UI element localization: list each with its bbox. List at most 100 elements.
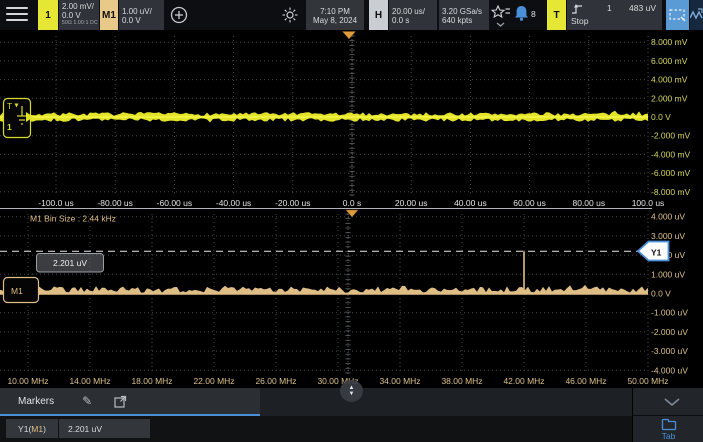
marker-readout-row: Y1(M1) 2.201 uV <box>0 416 703 442</box>
bottom-y-tick-label: 4.000 uV <box>651 212 685 222</box>
notifications-button[interactable]: 8 <box>514 4 540 26</box>
panel-collapse-button[interactable]: ▲ ▼ <box>340 380 363 402</box>
dashed-selection-rect-icon <box>666 0 689 30</box>
bottom-x-tick-label: 18.00 MHz <box>131 376 172 386</box>
bottom-y-tick-label: -3.000 uV <box>651 346 688 356</box>
channel-1-coupling: 50Ω 1.00:1 DC <box>59 20 99 27</box>
tab-window-icon <box>661 418 677 431</box>
tab-button[interactable]: Tab <box>633 415 703 442</box>
top-x-tick-label: 80.00 us <box>572 198 605 208</box>
horizontal-position: 0.0 s <box>389 16 437 25</box>
top-x-tick-label: 60.00 us <box>513 198 546 208</box>
rising-edge-trigger-icon <box>571 3 584 15</box>
bin-size-label: M1 Bin Size : 2.44 kHz <box>30 214 116 224</box>
chevron-down-icon <box>497 23 504 26</box>
svg-text:M1: M1 <box>11 286 23 296</box>
trigger-badge[interactable]: T <box>547 0 566 30</box>
bottom-y-tick-label: 0.0 V <box>651 289 671 299</box>
bottom-x-tick-label: 34.00 MHz <box>379 376 420 386</box>
notification-count: 8 <box>531 9 536 19</box>
bottom-x-tick-label: 50.00 MHz <box>627 376 668 386</box>
open-in-window-icon[interactable] <box>114 395 127 408</box>
bottom-y-tick-label: -2.000 uV <box>651 327 688 337</box>
top-x-tick-label: 100.0 us <box>632 198 665 208</box>
acquisition-settings-button[interactable]: 3.20 GSa/s 640 kpts <box>439 0 489 30</box>
math-1-badge[interactable]: M1 <box>100 0 118 30</box>
top-y-tick-label: 0.0 V <box>651 112 671 122</box>
edit-pencil-icon[interactable]: ✎ <box>82 394 92 408</box>
math-1-settings-button[interactable]: 1.00 uV/ 0.0 V <box>119 0 164 30</box>
horizontal-settings-button[interactable]: 20.00 us/ 0.0 s <box>389 0 437 30</box>
marker-name-suffix: ) <box>43 424 46 434</box>
star-list-icon <box>491 4 511 28</box>
marker-name-source: M1 <box>31 424 43 434</box>
top-y-tick-label: 4.000 mV <box>651 75 688 85</box>
display-brightness-button[interactable] <box>282 7 298 23</box>
hamburger-icon <box>6 19 28 21</box>
channel-1-offset: 0.0 V <box>59 11 99 20</box>
top-toolbar: 1 2.00 mV/ 0.0 V 50Ω 1.00:1 DC M1 1.00 u… <box>0 0 703 30</box>
zone-select-button[interactable] <box>666 0 689 30</box>
clock-date: May 8, 2024 <box>306 16 364 25</box>
trigger-letter: T <box>7 101 12 111</box>
bottom-x-tick-label: 22.00 MHz <box>193 376 234 386</box>
trigger-settings-button[interactable]: 1 483 uV Stop <box>567 0 662 30</box>
bottom-x-tick-label: 46.00 MHz <box>565 376 606 386</box>
hamburger-icon <box>6 13 28 15</box>
markers-tab[interactable]: Markers ✎ <box>0 388 260 416</box>
top-y-tick-label: -4.000 mV <box>651 149 691 159</box>
trigger-source: 1 <box>607 3 612 13</box>
top-y-tick-label: 6.000 mV <box>651 56 688 66</box>
channel-1-scale: 2.00 mV/ <box>59 0 99 11</box>
top-x-tick-label: 40.00 us <box>454 198 487 208</box>
top-x-tick-label: 20.00 us <box>395 198 428 208</box>
trigger-level: 483 uV <box>629 3 656 13</box>
channel-1-settings-button[interactable]: 2.00 mV/ 0.0 V 50Ω 1.00:1 DC <box>59 0 99 30</box>
sample-rate: 3.20 GSa/s <box>439 5 489 16</box>
waveform-tools-button[interactable] <box>690 0 703 30</box>
chevron-down-icon[interactable] <box>663 397 681 407</box>
oscilloscope-screen: 1 2.00 mV/ 0.0 V 50Ω 1.00:1 DC M1 1.00 u… <box>0 0 703 442</box>
math-1-offset: 0.0 V <box>119 16 164 25</box>
top-x-tick-label: -100.0 us <box>38 198 73 208</box>
plus-circle-icon <box>170 6 188 24</box>
math-1-source-marker[interactable]: M1 <box>4 278 45 303</box>
top-y-tick-label: -6.000 mV <box>651 168 691 178</box>
top-x-tick-label: -40.00 us <box>216 198 251 208</box>
quick-actions-button[interactable] <box>491 4 511 28</box>
main-menu-button[interactable] <box>6 7 30 23</box>
hamburger-icon <box>6 7 28 9</box>
bottom-y-tick-label: -4.000 uV <box>651 365 688 375</box>
bottom-y-tick-label: 3.000 uV <box>651 231 685 241</box>
trigger-mode: Stop <box>571 16 589 26</box>
horizontal-scale: 20.00 us/ <box>389 5 437 16</box>
svg-text:2.201 uV: 2.201 uV <box>53 258 87 268</box>
marker-name-prefix: Y1( <box>18 424 31 434</box>
arrow-down-icon: ▼ <box>349 391 355 397</box>
sun-icon <box>282 7 298 23</box>
tab-button-label: Tab <box>662 431 676 441</box>
bottom-y-tick-label: -1.000 uV <box>651 308 688 318</box>
channel-1-badge[interactable]: 1 <box>38 0 58 30</box>
svg-text:Y1: Y1 <box>651 248 662 258</box>
channel-1-ground-marker[interactable]: T 1 <box>4 99 34 138</box>
bottom-x-tick-label: 26.00 MHz <box>255 376 296 386</box>
memory-depth: 640 kpts <box>439 16 489 25</box>
clock-display[interactable]: 7:10 PM May 8, 2024 <box>306 0 364 30</box>
top-y-tick-label: -8.000 mV <box>651 187 691 197</box>
marker-name-cell[interactable]: Y1(M1) <box>6 419 58 438</box>
top-y-tick-label: 2.000 mV <box>651 93 688 103</box>
y1-marker-value-label[interactable]: 2.201 uV <box>37 254 104 273</box>
bottom-x-tick-label: 10.00 MHz <box>7 376 48 386</box>
scope-display[interactable]: -100.0 us-80.00 us-60.00 us-40.00 us-20.… <box>0 30 703 388</box>
marker-value-cell[interactable]: 2.201 uV <box>59 419 150 438</box>
horizontal-badge[interactable]: H <box>369 0 388 30</box>
top-x-tick-label: -20.00 us <box>275 198 310 208</box>
marker-value-text: 2.201 uV <box>68 424 102 434</box>
bottom-y-tick-label: 1.000 uV <box>651 269 685 279</box>
add-waveform-button[interactable] <box>170 6 188 24</box>
top-x-tick-label: -80.00 us <box>97 198 132 208</box>
math-1-scale: 1.00 uV/ <box>119 5 164 16</box>
top-x-tick-label: 0.0 s <box>343 198 361 208</box>
top-y-tick-label: 8.000 mV <box>651 37 688 47</box>
